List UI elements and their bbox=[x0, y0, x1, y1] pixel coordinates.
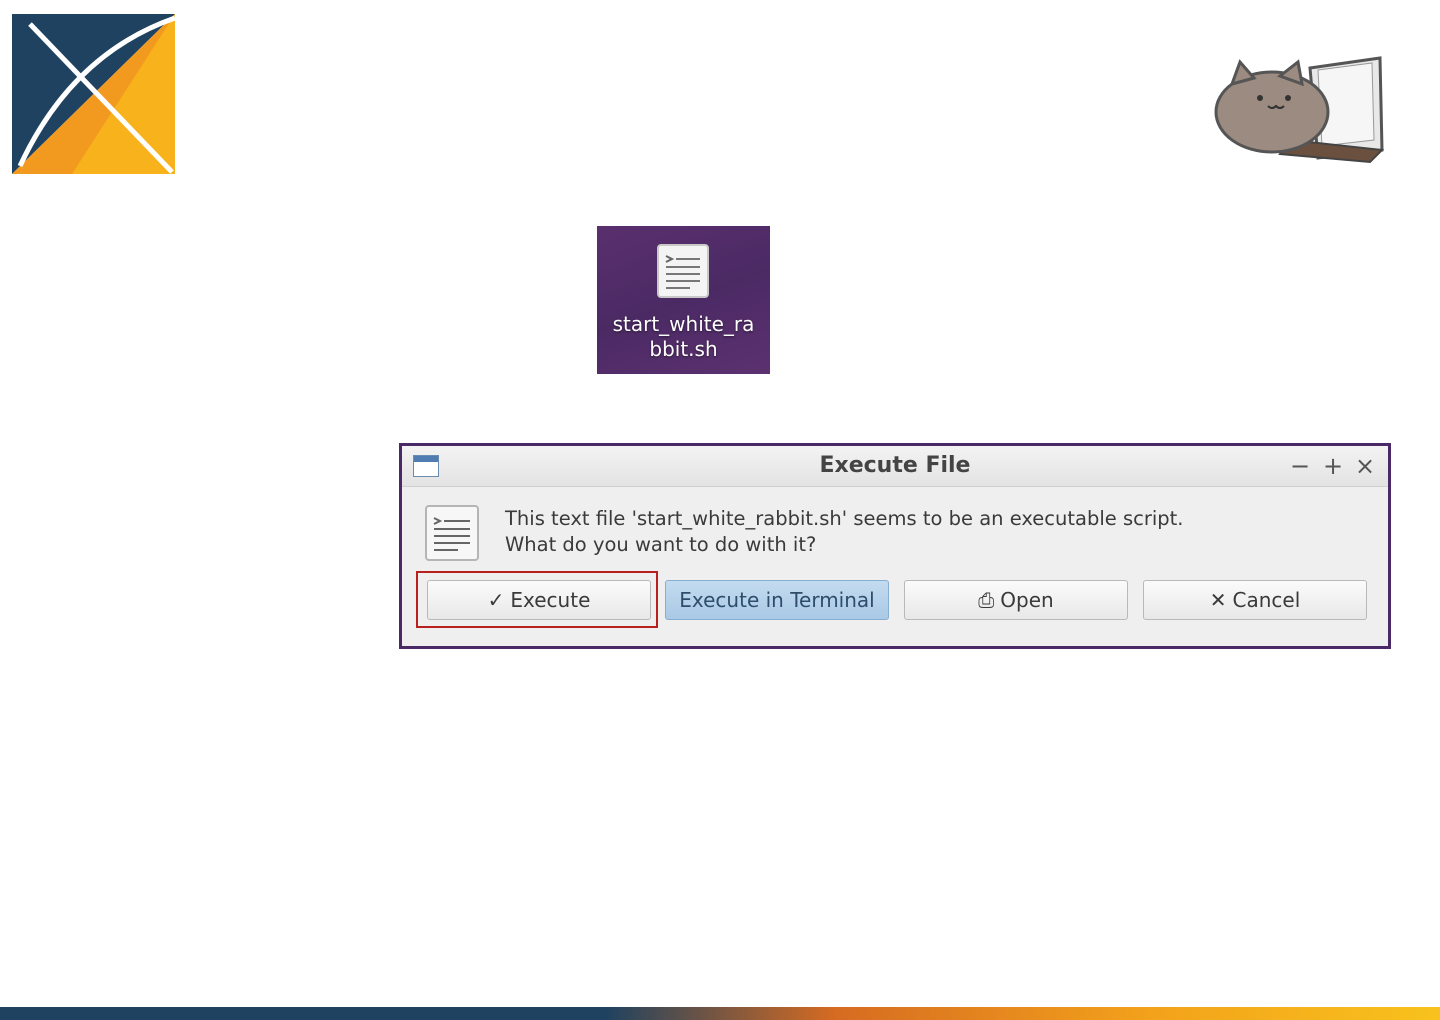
execute-in-terminal-label: Execute in Terminal bbox=[679, 588, 875, 612]
cat-laptop-illustration bbox=[1214, 56, 1385, 164]
desktop-file-icon[interactable]: start_white_ra bbit.sh bbox=[597, 226, 770, 374]
dialog-title: Execute File bbox=[819, 453, 971, 478]
script-file-icon bbox=[425, 505, 479, 561]
execute-button[interactable]: ✓ Execute bbox=[427, 580, 651, 620]
footer-brand-strip bbox=[0, 1007, 1440, 1020]
cancel-icon: ✕ bbox=[1209, 588, 1227, 612]
desktop-file-label-line2: bbit.sh bbox=[649, 337, 718, 361]
script-file-icon bbox=[657, 244, 709, 298]
open-button-label: Open bbox=[1000, 588, 1054, 612]
brand-logo bbox=[12, 14, 175, 174]
checkmark-icon: ✓ bbox=[487, 588, 505, 612]
execute-in-terminal-button[interactable]: Execute in Terminal bbox=[665, 580, 889, 620]
cancel-button[interactable]: ✕ Cancel bbox=[1143, 580, 1367, 620]
close-button[interactable]: × bbox=[1353, 451, 1377, 481]
open-button[interactable]: ⎙ Open bbox=[904, 580, 1128, 620]
execute-file-dialog: Execute File − + × This text file 'start… bbox=[399, 443, 1391, 649]
dialog-titlebar[interactable]: Execute File − + × bbox=[402, 446, 1388, 487]
cancel-button-label: Cancel bbox=[1232, 588, 1301, 612]
maximize-button[interactable]: + bbox=[1321, 451, 1345, 481]
execute-button-label: Execute bbox=[510, 588, 591, 612]
dialog-message: This text file 'start_white_rabbit.sh' s… bbox=[505, 506, 1184, 558]
desktop-file-label: start_white_ra bbit.sh bbox=[597, 312, 770, 362]
minimize-button[interactable]: − bbox=[1288, 451, 1312, 481]
dialog-message-line2: What do you want to do with it? bbox=[505, 533, 817, 556]
desktop-file-label-line1: start_white_ra bbox=[612, 312, 755, 336]
open-icon: ⎙ bbox=[978, 588, 995, 612]
dialog-message-line1: This text file 'start_white_rabbit.sh' s… bbox=[505, 507, 1184, 530]
